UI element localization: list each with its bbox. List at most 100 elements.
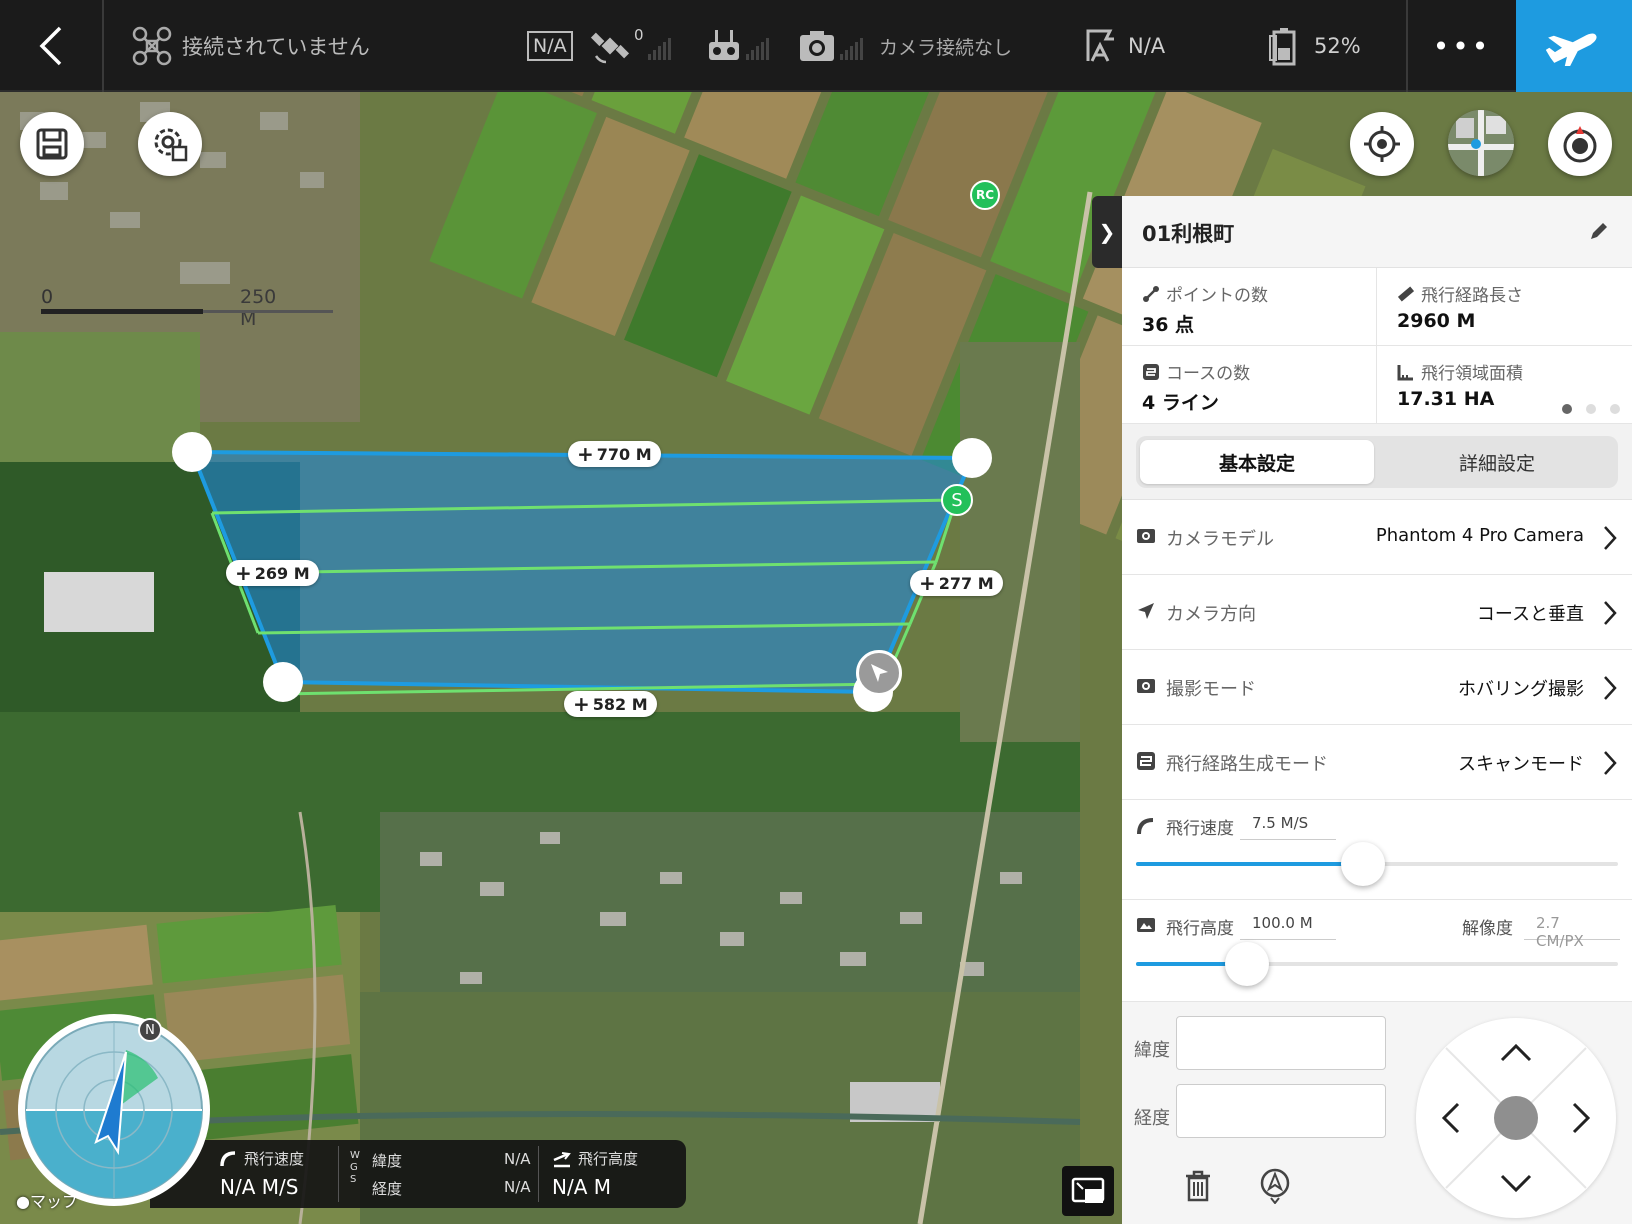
stat-points: ポイントの数 36 点: [1122, 268, 1377, 346]
telemetry-altitude-value: N/A M: [552, 1175, 611, 1199]
gps-signal-bars: [647, 32, 671, 60]
rc-signal-bars: [746, 32, 769, 60]
setting-camera-direction-label: カメラ方向: [1166, 604, 1256, 625]
edge-label-right-text: 277 M: [938, 573, 994, 593]
course-icon: [1137, 752, 1155, 770]
edge-label-left[interactable]: +269 M: [226, 560, 319, 586]
fly-button[interactable]: [1516, 0, 1632, 92]
telemetry-speed-label: 飛行速度: [244, 1150, 305, 1168]
direction-arrow-icon: [1138, 603, 1154, 619]
dpad-left-button[interactable]: [1442, 1102, 1460, 1134]
altitude-slider-thumb[interactable]: [1224, 942, 1269, 986]
map-scale: 0 250 M: [38, 282, 333, 330]
camera-icon: [1137, 679, 1155, 693]
waypoint-location-button[interactable]: [1258, 1168, 1292, 1208]
setting-shooting-mode-value: ホバリング撮影: [1458, 679, 1584, 700]
stat-courses: コースの数 4 ライン: [1122, 346, 1377, 424]
flight-mode-icon: [1086, 29, 1114, 62]
more-button[interactable]: •••: [1406, 0, 1516, 92]
setting-shooting-mode[interactable]: 撮影モード ホバリング撮影: [1122, 650, 1632, 725]
setting-path-generation-mode[interactable]: 飛行経路生成モード スキャンモード: [1122, 725, 1632, 800]
telemetry-gps: WGS 緯度 N/A 経度 N/A: [350, 1148, 531, 1202]
delete-waypoint-button[interactable]: [1184, 1170, 1212, 1206]
chevron-right-icon: [1604, 601, 1617, 625]
stat-area-value: 17.31 HA: [1397, 388, 1495, 410]
radar-graphic: [18, 1014, 210, 1206]
telemetry-altitude: 飛行高度 N/A M: [552, 1148, 638, 1202]
stat-path-length-value: 2960 M: [1397, 310, 1476, 332]
altitude-slider[interactable]: [1136, 942, 1618, 986]
pencil-icon: [1591, 223, 1607, 239]
edge-label-bottom[interactable]: +582 M: [564, 691, 657, 717]
speed-icon: [1137, 818, 1154, 835]
speed-icon: [220, 1150, 236, 1166]
end-direction-marker: [856, 650, 902, 696]
battery-icon: [1269, 28, 1296, 66]
edge-label-right[interactable]: +277 M: [910, 570, 1003, 596]
back-button[interactable]: [0, 0, 104, 92]
setting-path-generation-mode-value: スキャンモード: [1458, 754, 1584, 775]
scale-bar: [41, 309, 203, 314]
battery-status: 52%: [1268, 0, 1361, 92]
flight-mode-text: N/A: [1128, 34, 1166, 58]
scale-bar-light: [203, 310, 333, 313]
position-direction-pad: [1416, 1018, 1616, 1218]
tab-basic-settings[interactable]: 基本設定: [1140, 440, 1374, 484]
dpad-up-button[interactable]: [1500, 1044, 1532, 1062]
edge-label-left-text: 269 M: [254, 563, 310, 583]
setting-path-generation-mode-label: 飛行経路生成モード: [1166, 754, 1328, 775]
battery-text: 52%: [1314, 34, 1361, 58]
setting-camera-direction[interactable]: カメラ方向 コースと垂直: [1122, 575, 1632, 650]
scale-distance: 250 M: [240, 286, 277, 330]
resolution-value: 2.7 CM/PX: [1524, 912, 1620, 950]
panel-collapse-button[interactable]: ❯: [1092, 196, 1122, 268]
map-type-button[interactable]: [1448, 110, 1514, 176]
edit-name-button[interactable]: [1588, 220, 1610, 246]
stat-courses-label: コースの数: [1166, 364, 1251, 384]
connection-status: 接続されていません: [132, 0, 370, 92]
stats-page-indicator[interactable]: [1562, 404, 1620, 414]
chevron-right-icon: ❯: [1098, 220, 1116, 244]
setting-camera-model-value: Phantom 4 Pro Camera: [1375, 525, 1584, 546]
compass-lock-button[interactable]: [1548, 112, 1612, 176]
resolution-label: 解像度: [1462, 919, 1513, 939]
rc-marker: RC: [970, 180, 1000, 210]
edge-label-top[interactable]: +770 M: [568, 441, 661, 467]
setting-camera-direction-value: コースと垂直: [1476, 604, 1584, 625]
navigation-arrow-icon: [871, 664, 888, 682]
camera-icon: [1137, 529, 1155, 543]
telemetry-speed: 飛行速度 N/A M/S: [220, 1148, 304, 1202]
rc-signal: [706, 0, 769, 92]
speed-setting: 飛行速度 7.5 M/S: [1122, 800, 1632, 900]
airplane-icon: [1546, 33, 1597, 66]
start-marker: S: [941, 484, 973, 516]
picture-in-picture-icon: [1071, 1177, 1105, 1203]
gps-status: 0: [590, 0, 671, 92]
latitude-input[interactable]: [1176, 1016, 1386, 1070]
dpad-down-button[interactable]: [1500, 1174, 1532, 1192]
speed-slider-fill: [1136, 862, 1363, 866]
altitude-arrow-icon: [553, 1151, 571, 1167]
save-mission-button[interactable]: [20, 112, 84, 176]
chevron-right-icon: [1604, 526, 1617, 550]
camera-view-toggle-button[interactable]: [1062, 1166, 1114, 1216]
setting-camera-model[interactable]: カメラモデル Phantom 4 Pro Camera: [1122, 500, 1632, 575]
camera-status-text: カメラ接続なし: [879, 36, 1013, 59]
longitude-input[interactable]: [1176, 1084, 1386, 1138]
stat-courses-value: 4 ライン: [1142, 392, 1219, 414]
chevron-left-icon: [39, 26, 62, 66]
speed-slider-thumb[interactable]: [1340, 842, 1385, 886]
telemetry-lat-label: 緯度: [372, 1152, 403, 1170]
locate-button[interactable]: [1350, 112, 1414, 176]
latitude-label: 緯度: [1134, 1040, 1170, 1061]
dpad-right-button[interactable]: [1572, 1102, 1590, 1134]
chevron-right-icon: [1604, 751, 1617, 775]
waypoint-icon: [1143, 285, 1159, 302]
altitude-value[interactable]: 100.0 M: [1240, 912, 1336, 940]
area-icon: [1397, 364, 1413, 380]
dpad-center-button[interactable]: [1494, 1096, 1538, 1140]
tab-advanced-settings[interactable]: 詳細設定: [1380, 440, 1614, 484]
speed-slider[interactable]: [1136, 842, 1618, 886]
map-settings-button[interactable]: [138, 112, 202, 176]
speed-value[interactable]: 7.5 M/S: [1240, 812, 1336, 840]
